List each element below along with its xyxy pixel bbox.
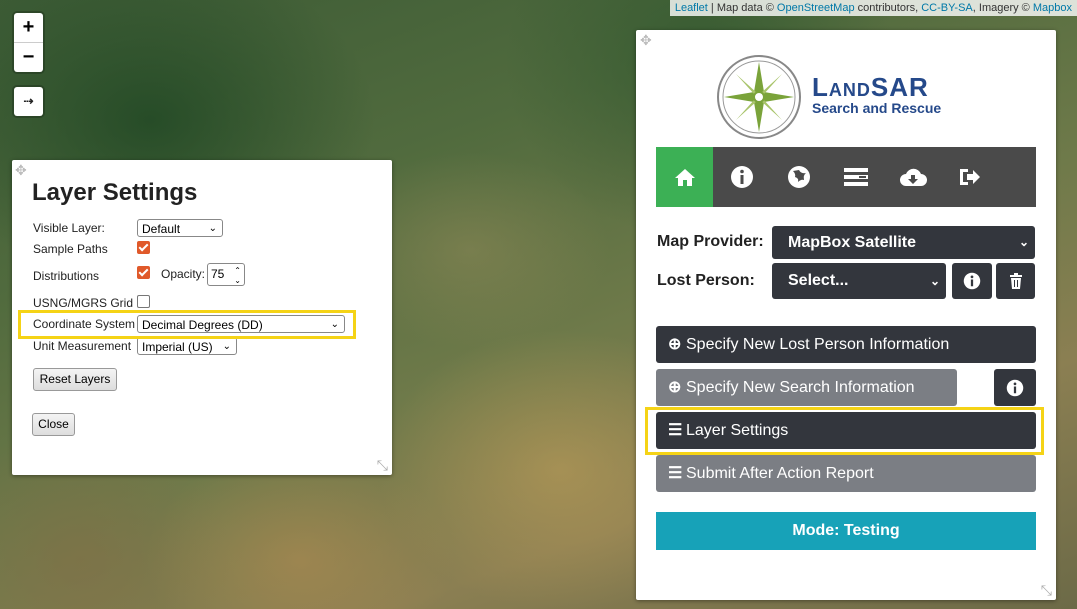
osm-link[interactable]: OpenStreetMap: [777, 2, 855, 14]
panel-title: Layer Settings: [32, 179, 198, 206]
license-link[interactable]: CC-BY-SA: [921, 2, 973, 14]
button-label: Submit After Action Report: [686, 465, 874, 482]
zoom-control: + −: [14, 13, 43, 72]
leaflet-link[interactable]: Leaflet: [675, 2, 708, 14]
globe-icon[interactable]: [770, 147, 827, 207]
lost-person-select[interactable]: Select... ⌄: [772, 263, 946, 299]
opacity-label: Opacity:: [161, 267, 206, 281]
attribution-text: , Imagery ©: [972, 2, 1033, 14]
zoom-in-button[interactable]: +: [14, 13, 43, 43]
info-icon[interactable]: [713, 147, 770, 207]
mode-indicator: Mode: Testing: [656, 512, 1036, 550]
input-value: 75: [211, 267, 225, 281]
visible-layer-select[interactable]: Default ⌄: [137, 219, 223, 237]
select-value: MapBox Satellite: [788, 234, 917, 251]
move-icon[interactable]: ✥: [640, 33, 652, 47]
spinner-icon[interactable]: ⌃ ⌄: [234, 266, 241, 286]
specify-search-info-button[interactable]: ⊕ Specify New Search Information: [656, 369, 957, 406]
unit-measurement-select[interactable]: Imperial (US) ⌄: [137, 337, 237, 355]
distributions-checkbox[interactable]: [137, 266, 150, 279]
delete-lost-person-button[interactable]: [996, 263, 1035, 299]
compass-logo-icon: [717, 55, 801, 139]
home-icon[interactable]: [656, 147, 713, 207]
reset-layers-button[interactable]: Reset Layers: [33, 368, 117, 391]
info-icon: [1006, 379, 1024, 396]
chevron-down-icon: ⌄: [208, 223, 217, 234]
logo-title: LandSAR: [812, 72, 929, 102]
move-icon[interactable]: ✥: [15, 163, 27, 177]
usng-grid-checkbox[interactable]: [137, 295, 150, 308]
plus-circle-icon: ⊕: [668, 336, 682, 353]
select-value: Imperial (US): [142, 340, 213, 354]
logo-subtitle: Search and Rescue: [812, 100, 942, 116]
search-info-button[interactable]: [994, 369, 1036, 406]
zoom-out-button[interactable]: −: [14, 43, 43, 72]
sample-paths-label: Sample Paths: [33, 242, 108, 256]
distributions-label: Distributions: [33, 269, 100, 283]
lost-person-info-button[interactable]: [952, 263, 992, 299]
mapbox-link[interactable]: Mapbox: [1033, 2, 1072, 14]
info-icon: [963, 272, 981, 290]
submit-after-action-button[interactable]: ☰ Submit After Action Report: [656, 455, 1036, 492]
opacity-input[interactable]: 75 ⌃ ⌄: [207, 263, 245, 286]
list-icon[interactable]: [827, 147, 884, 207]
main-control-panel: ✥ LandSAR Search and Rescue Map Provider…: [636, 30, 1056, 600]
map-provider-label: Map Provider:: [657, 233, 764, 250]
trash-icon: [1009, 273, 1022, 289]
sample-paths-checkbox[interactable]: [137, 241, 150, 254]
highlight-coordinate-system: [18, 310, 356, 339]
unit-measurement-label: Unit Measurement: [33, 339, 132, 353]
specify-lost-person-button[interactable]: ⊕ Specify New Lost Person Information: [656, 326, 1036, 363]
search-plus-icon: ⊕: [668, 379, 682, 396]
resize-icon[interactable]: ⤡: [1041, 583, 1052, 597]
attribution-text: | Map data ©: [707, 2, 777, 14]
usng-grid-label: USNG/MGRS Grid: [33, 296, 134, 310]
resize-icon[interactable]: ⤡: [377, 458, 388, 472]
close-button[interactable]: Close: [32, 413, 75, 436]
bars-icon: ☰: [668, 465, 683, 482]
cloud-download-icon[interactable]: [884, 147, 941, 207]
map-attribution: Leaflet | Map data © OpenStreetMap contr…: [669, 0, 1077, 16]
select-value: Default: [142, 222, 181, 236]
lost-person-label: Lost Person:: [657, 272, 755, 289]
attribution-text: contributors,: [854, 2, 922, 14]
chevron-down-icon: ⌄: [1018, 235, 1029, 249]
visible-layer-label: Visible Layer:: [33, 221, 105, 235]
nav-bar: [656, 147, 1036, 207]
map-provider-select[interactable]: MapBox Satellite ⌄: [772, 226, 1035, 259]
landsar-logo: LandSAR Search and Rescue: [714, 52, 974, 142]
select-value: Select...: [788, 272, 849, 289]
button-label: Specify New Lost Person Information: [686, 336, 950, 353]
arrow-toggle-button[interactable]: ⇢: [14, 87, 43, 116]
sign-out-icon[interactable]: [941, 147, 998, 207]
chevron-down-icon: ⌄: [929, 274, 940, 288]
button-label: Specify New Search Information: [686, 379, 915, 396]
highlight-layer-settings-button: [645, 407, 1044, 455]
chevron-down-icon: ⌄: [222, 341, 231, 352]
